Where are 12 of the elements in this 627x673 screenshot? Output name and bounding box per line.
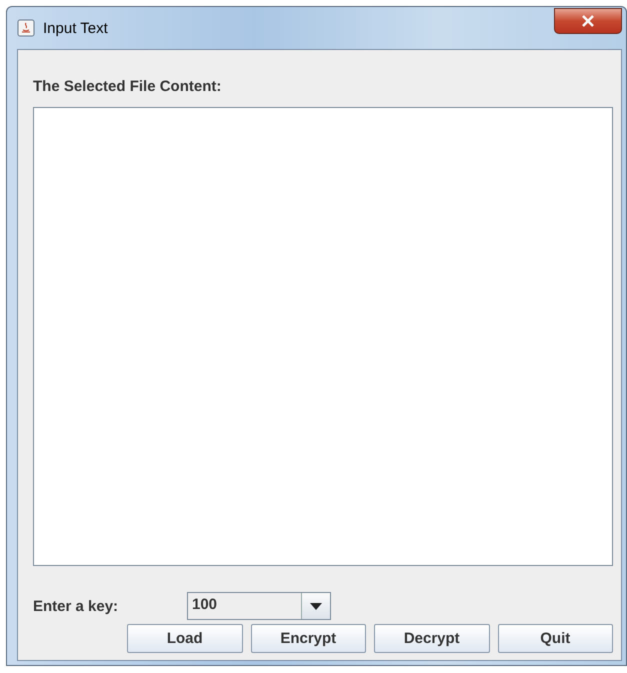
window-title: Input Text — [43, 20, 109, 36]
close-button[interactable] — [554, 8, 622, 34]
action-button[interactable]: Load — [127, 624, 242, 653]
key-label: Enter a key: — [33, 598, 120, 614]
app-icon — [17, 19, 35, 37]
action-button[interactable]: Decrypt — [374, 624, 490, 653]
content-label: The Selected File Content: — [33, 78, 222, 95]
caret-icon — [310, 602, 322, 610]
key-dropdown[interactable]: 100 — [187, 592, 331, 620]
action-button[interactable]: Quit — [498, 624, 613, 653]
close-icon — [581, 15, 595, 27]
action-button[interactable]: Encrypt — [250, 624, 366, 653]
